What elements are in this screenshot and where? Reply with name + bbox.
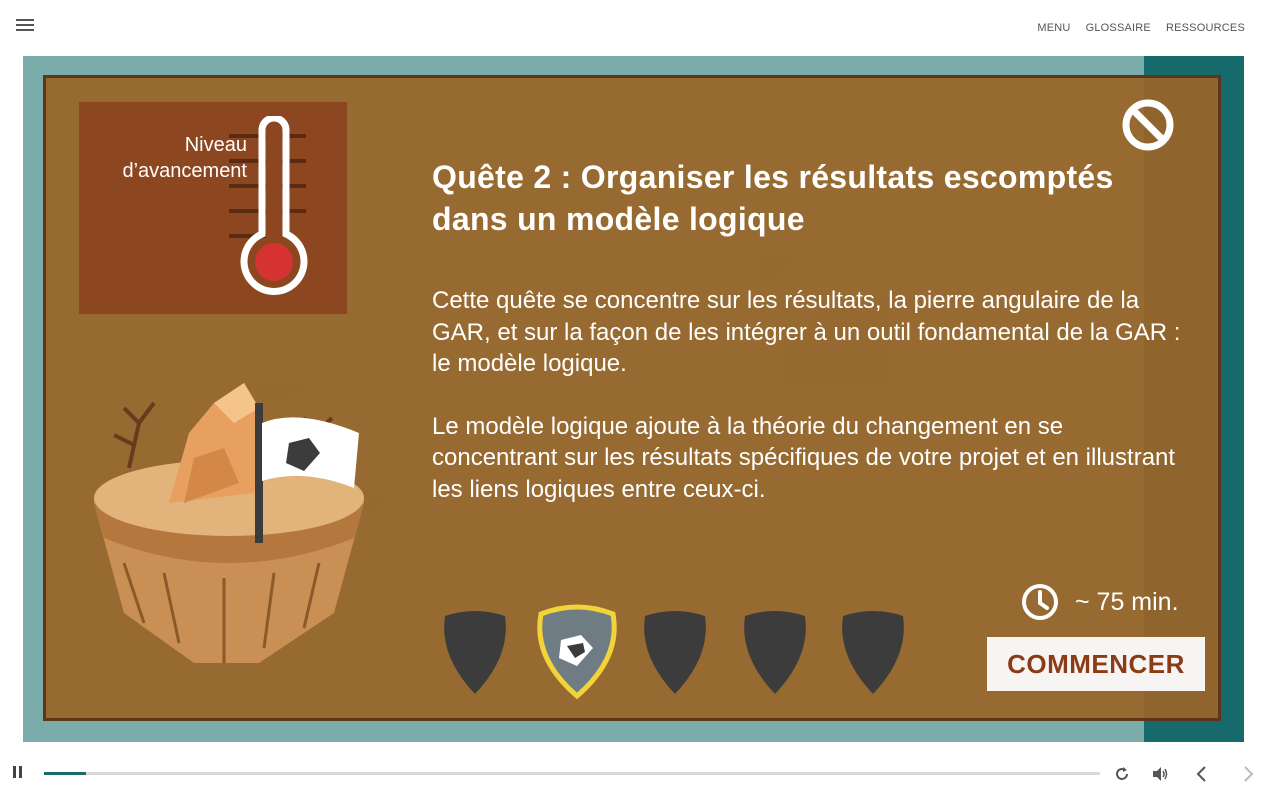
- no-entry-icon: [1122, 99, 1174, 151]
- desert-island-illustration: [94, 383, 364, 663]
- quest-description: Cette quête se concentre sur les résulta…: [432, 285, 1192, 536]
- hamburger-menu-icon[interactable]: [16, 19, 34, 33]
- progress-bar[interactable]: [44, 772, 1100, 775]
- shield-locked-icon: [842, 611, 904, 694]
- duration-indicator: ~ 75 min.: [1021, 583, 1179, 621]
- top-bar: MENU GLOSSAIRE RESSOURCES: [0, 0, 1271, 56]
- shield-locked-icon: [744, 611, 806, 694]
- nav-ressources-link[interactable]: RESSOURCES: [1166, 22, 1245, 34]
- replay-icon[interactable]: [1112, 764, 1132, 784]
- volume-icon[interactable]: [1150, 764, 1170, 784]
- description-paragraph: Le modèle logique ajoute à la théorie du…: [432, 412, 1176, 503]
- quest-title: Quête 2 : Organiser les résultats escomp…: [432, 159, 1114, 237]
- close-button[interactable]: [1122, 99, 1174, 151]
- clock-icon: [1022, 584, 1058, 620]
- nav-glossaire-link[interactable]: GLOSSAIRE: [1086, 22, 1151, 34]
- player-controls: [0, 752, 1271, 800]
- course-stage: Niveau d’avancement Quête 2: Organiser …: [23, 56, 1244, 742]
- thermometer-icon: [229, 116, 308, 295]
- chain-link-icon[interactable]: [531, 600, 623, 700]
- previous-icon[interactable]: [1192, 764, 1212, 784]
- progress-fill: [44, 772, 87, 775]
- duration-text: ~ 75 min.: [1075, 587, 1179, 616]
- start-button[interactable]: COMMENCER: [987, 637, 1205, 691]
- shield-locked-icon: [644, 611, 706, 694]
- top-navigation: MENU GLOSSAIRE RESSOURCES: [1037, 22, 1245, 34]
- pause-button[interactable]: [13, 766, 25, 780]
- nav-menu-link[interactable]: MENU: [1037, 22, 1070, 34]
- progress-panel: Niveau d’avancement: [79, 102, 347, 314]
- description-paragraph: Cette quête se concentre sur les résulta…: [432, 287, 1181, 377]
- next-icon[interactable]: [1238, 764, 1258, 784]
- quest-modal: Niveau d’avancement Quête 2: Organiser …: [43, 75, 1221, 721]
- shield-locked-icon: [444, 611, 506, 694]
